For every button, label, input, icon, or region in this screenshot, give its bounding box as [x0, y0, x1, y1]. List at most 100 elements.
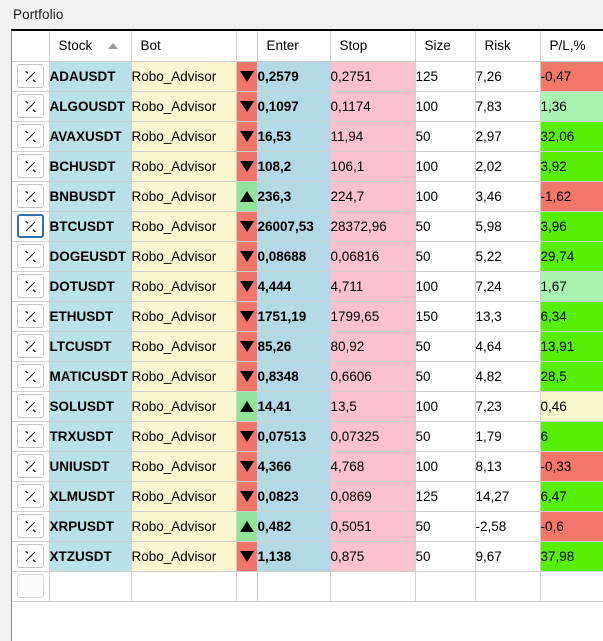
row-action-button[interactable] [16, 544, 44, 568]
cell-size: 100 [415, 271, 476, 302]
row-action-cell[interactable] [12, 421, 50, 452]
cell-size: 100 [415, 181, 476, 212]
table-row[interactable]: BCHUSDT Robo_Advisor 108,2 106,1 100 2,02 3,92 [12, 151, 603, 182]
row-action-button[interactable] [16, 514, 44, 538]
row-action-button[interactable] [16, 364, 44, 388]
cell-enter: 0,8348 [257, 361, 331, 392]
row-action-button[interactable] [16, 124, 44, 148]
table-row[interactable]: UNIUSDT Robo_Advisor 4,366 4,768 100 8,13 -0,3… [12, 451, 603, 482]
row-action-button[interactable] [16, 94, 44, 118]
cell-size: 50 [415, 241, 476, 272]
row-action-button[interactable] [16, 244, 44, 268]
crossed-tools-icon [24, 100, 37, 113]
table-row[interactable]: AVAXUSDT Robo_Advisor 16,53 11,94 50 2,97 32,0… [12, 121, 603, 152]
column-header-bot[interactable]: Bot [131, 31, 237, 62]
cell-stock: UNIUSDT [49, 451, 132, 482]
table-row[interactable]: DOTUSDT Robo_Advisor 4,444 4,711 100 7,24 1,67 [12, 271, 603, 302]
cell-direction [236, 511, 258, 542]
table-row[interactable]: XRPUSDT Robo_Advisor 0,482 0,5051 50 -2,58 -0,… [12, 511, 603, 542]
row-action-button[interactable] [16, 184, 44, 208]
row-action-cell[interactable] [12, 451, 50, 482]
row-action-button[interactable] [16, 334, 44, 358]
row-action-cell[interactable] [12, 211, 50, 242]
sort-ascending-icon [108, 42, 119, 49]
new-row-action-cell[interactable] [12, 571, 50, 602]
cell-stop: 0,07325 [330, 421, 416, 452]
new-row-cell-direction[interactable] [236, 571, 258, 602]
cell-size: 125 [415, 61, 476, 92]
table-row[interactable]: DOGEUSDT Robo_Advisor 0,08688 0,06816 50 5,22… [12, 241, 603, 272]
new-row-cell-enter[interactable] [257, 571, 331, 602]
cell-stop: 4,768 [330, 451, 416, 482]
cell-size: 125 [415, 481, 476, 512]
row-action-cell[interactable] [12, 181, 50, 212]
cell-risk: -2,58 [475, 511, 541, 542]
row-action-button[interactable] [16, 214, 44, 238]
table-row[interactable]: BTCUSDT Robo_Advisor 26007,53 28372,96 50 5,9… [12, 211, 603, 242]
row-action-cell[interactable] [12, 241, 50, 272]
cell-enter: 14,41 [257, 391, 331, 422]
row-action-cell[interactable] [12, 481, 50, 512]
cell-pl: 37,98 [540, 541, 603, 572]
column-header-stop-label: Stop [339, 38, 368, 54]
cell-stock: SOLUSDT [49, 391, 132, 422]
row-action-cell[interactable] [12, 271, 50, 302]
new-row-cell-size[interactable] [415, 571, 476, 602]
triangle-up-icon [239, 520, 254, 532]
new-row-cell-stock[interactable] [49, 571, 132, 602]
row-action-cell[interactable] [12, 301, 50, 332]
row-action-button[interactable] [16, 274, 44, 298]
table-new-row[interactable] [12, 571, 603, 602]
crossed-tools-icon [24, 460, 37, 473]
row-action-cell[interactable] [12, 541, 50, 572]
window-titlebar: Portfolio [0, 0, 603, 28]
row-action-button[interactable] [16, 64, 44, 88]
triangle-down-icon [239, 130, 254, 142]
cell-pl: 28,5 [540, 361, 603, 392]
row-action-cell[interactable] [12, 511, 50, 542]
table-row[interactable]: SOLUSDT Robo_Advisor 14,41 13,5 100 7,23 0,46 [12, 391, 603, 422]
row-action-cell[interactable] [12, 151, 50, 182]
row-action-cell[interactable] [12, 361, 50, 392]
table-row[interactable]: ETHUSDT Robo_Advisor 1751,19 1799,65 150 13,3… [12, 301, 603, 332]
row-action-button[interactable] [16, 394, 44, 418]
table-row[interactable]: MATICUSDT Robo_Advisor 0,8348 0,6606 50 4,82 2… [12, 361, 603, 392]
row-action-button[interactable] [16, 154, 44, 178]
cell-pl: 32,06 [540, 121, 603, 152]
table-row[interactable]: ADAUSDT Robo_Advisor 0,2579 0,2751 125 7,26 -0… [12, 61, 603, 92]
crossed-tools-icon [24, 220, 37, 233]
row-action-button[interactable] [16, 304, 44, 328]
row-action-button[interactable] [16, 424, 44, 448]
new-row-cell-bot[interactable] [131, 571, 237, 602]
column-header-stock[interactable]: Stock [49, 31, 132, 62]
column-header-action [12, 31, 50, 62]
new-row-cell-stop[interactable] [330, 571, 416, 602]
cell-pl: 6,47 [540, 481, 603, 512]
new-row-cell-risk[interactable] [475, 571, 541, 602]
row-action-cell[interactable] [12, 121, 50, 152]
new-row-action-button[interactable] [16, 574, 44, 598]
table-row[interactable]: ALGOUSDT Robo_Advisor 0,1097 0,1174 100 7,83 1… [12, 91, 603, 122]
cell-pl: -0,47 [540, 61, 603, 92]
cell-stop: 0,875 [330, 541, 416, 572]
table-row[interactable]: TRXUSDT Robo_Advisor 0,07513 0,07325 50 1,79 6 [12, 421, 603, 452]
cell-direction [236, 151, 258, 182]
new-row-cell-pl[interactable] [540, 571, 603, 602]
row-action-cell[interactable] [12, 91, 50, 122]
row-action-cell[interactable] [12, 61, 50, 92]
column-header-risk[interactable]: Risk [475, 31, 541, 62]
table-row[interactable]: XTZUSDT Robo_Advisor 1,138 0,875 50 9,67 37,98 [12, 541, 603, 572]
table-row[interactable]: BNBUSDT Robo_Advisor 236,3 224,7 100 3,46 -1,6… [12, 181, 603, 212]
column-header-size[interactable]: Size [415, 31, 476, 62]
cell-enter: 0,08688 [257, 241, 331, 272]
row-action-cell[interactable] [12, 391, 50, 422]
table-row[interactable]: LTCUSDT Robo_Advisor 85,26 80,92 50 4,64 13,91 [12, 331, 603, 362]
column-header-pl[interactable]: P/L,% [540, 31, 603, 62]
column-header-stop[interactable]: Stop [330, 31, 416, 62]
row-action-button[interactable] [16, 454, 44, 478]
cell-bot: Robo_Advisor [131, 271, 237, 302]
row-action-cell[interactable] [12, 331, 50, 362]
table-row[interactable]: XLMUSDT Robo_Advisor 0,0823 0,0869 125 14,27 6… [12, 481, 603, 512]
row-action-button[interactable] [16, 484, 44, 508]
column-header-enter[interactable]: Enter [257, 31, 331, 62]
